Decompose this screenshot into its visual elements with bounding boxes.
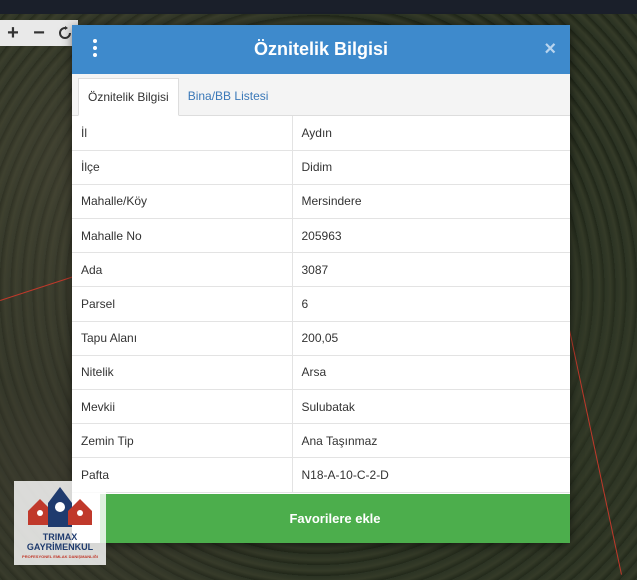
attr-key: Mevkii bbox=[72, 389, 293, 425]
tab-building-list[interactable]: Bina/BB Listesi bbox=[179, 77, 278, 115]
attr-key: Ada bbox=[72, 252, 293, 288]
attr-value: N18-A-10-C-2-D bbox=[292, 457, 570, 493]
zoom-out-icon: − bbox=[33, 21, 45, 44]
company-logo: TRIMAX GAYRİMENKUL PROFESYONEL EMLAK DAN… bbox=[14, 481, 106, 565]
logo-tagline: PROFESYONEL EMLAK DANIŞMANLIĞI bbox=[22, 554, 98, 559]
attr-value: Ana Taşınmaz bbox=[292, 423, 570, 459]
zoom-out-button[interactable]: − bbox=[26, 20, 52, 46]
attr-key: İl bbox=[72, 116, 293, 151]
attr-value: 3087 bbox=[292, 252, 570, 288]
table-row: Zemin Tip Ana Taşınmaz bbox=[72, 423, 570, 459]
logo-brand-line2: GAYRİMENKUL bbox=[26, 542, 94, 552]
table-row: Pafta N18-A-10-C-2-D bbox=[72, 457, 570, 493]
zoom-in-icon: + bbox=[7, 21, 19, 44]
table-row: Tapu Alanı 200,05 bbox=[72, 321, 570, 356]
attr-value: Mersindere bbox=[292, 184, 570, 220]
attr-key: Mahalle No bbox=[72, 218, 293, 254]
attribute-table: İl Aydın İlçe Didim Mahalle/Köy Mersindere … bbox=[72, 116, 570, 493]
zoom-in-button[interactable]: + bbox=[0, 20, 26, 46]
menu-dots-icon bbox=[93, 39, 97, 43]
add-to-favorites-button[interactable]: Favorilere ekle bbox=[100, 494, 570, 543]
attr-value: Sulubatak bbox=[292, 389, 570, 425]
table-row: Nitelik Arsa bbox=[72, 355, 570, 391]
attr-value: 200,05 bbox=[292, 321, 570, 356]
tab-attribute-info[interactable]: Öznitelik Bilgisi bbox=[78, 78, 179, 116]
menu-button[interactable] bbox=[90, 39, 100, 59]
modal-header: Öznitelik Bilgisi × bbox=[72, 25, 570, 74]
tab-bar: Öznitelik Bilgisi Bina/BB Listesi bbox=[72, 74, 570, 116]
attr-value: Didim bbox=[292, 150, 570, 185]
rotate-icon bbox=[59, 26, 71, 39]
attr-key: Mahalle/Köy bbox=[72, 184, 293, 220]
attr-value: Aydın bbox=[292, 116, 570, 151]
table-row: İl Aydın bbox=[72, 116, 570, 151]
table-row: Mahalle/Köy Mersindere bbox=[72, 184, 570, 220]
attr-key: İlçe bbox=[72, 150, 293, 185]
attr-value: Arsa bbox=[292, 355, 570, 391]
attribute-info-modal: Öznitelik Bilgisi × Öznitelik Bilgisi Bi… bbox=[72, 25, 570, 543]
table-row: Parsel 6 bbox=[72, 286, 570, 322]
map-top-bar bbox=[0, 0, 637, 14]
close-icon: × bbox=[544, 38, 556, 60]
table-row: İlçe Didim bbox=[72, 150, 570, 185]
logo-brand-line1: TRIMAX bbox=[42, 532, 78, 542]
attr-value: 205963 bbox=[292, 218, 570, 254]
attr-key: Nitelik bbox=[72, 355, 293, 391]
attr-key: Parsel bbox=[72, 286, 293, 322]
close-button[interactable]: × bbox=[544, 38, 556, 60]
map-zoom-toolbar: + − bbox=[0, 20, 78, 46]
table-row: Mahalle No 205963 bbox=[72, 218, 570, 254]
attr-key: Tapu Alanı bbox=[72, 321, 293, 356]
attr-key: Zemin Tip bbox=[72, 423, 293, 459]
house-logo-icon bbox=[28, 487, 92, 527]
table-row: Mevkii Sulubatak bbox=[72, 389, 570, 425]
table-row: Ada 3087 bbox=[72, 252, 570, 288]
modal-title: Öznitelik Bilgisi bbox=[253, 39, 389, 59]
attr-value: 6 bbox=[292, 286, 570, 322]
